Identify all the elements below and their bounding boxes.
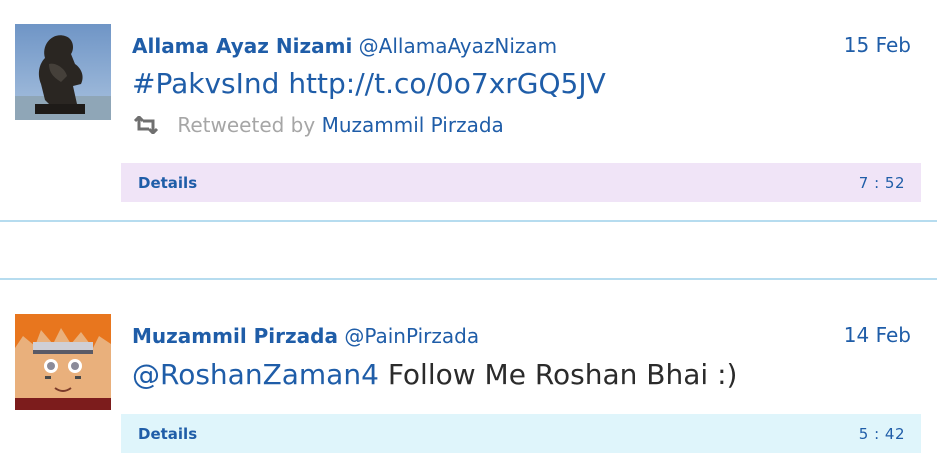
separator	[0, 278, 937, 280]
tweet-text-rest: Follow Me Roshan Bhai :)	[387, 358, 738, 391]
tweet-1: Allama Ayaz Nizami @AllamaAyazNizam 15 F…	[0, 0, 937, 210]
retweet-line: Retweeted by Muzammil Pirzada	[133, 113, 504, 139]
author-handle[interactable]: @PainPirzada	[344, 324, 479, 348]
author-name[interactable]: Muzammil Pirzada	[132, 324, 338, 348]
thinker-statue-image	[15, 24, 111, 120]
tweet-header: Allama Ayaz Nizami @AllamaAyazNizam	[132, 34, 557, 58]
avatar[interactable]	[15, 314, 111, 410]
avatar[interactable]	[15, 24, 111, 120]
author-name[interactable]: Allama Ayaz Nizami	[132, 34, 352, 58]
details-time: 7 : 52	[858, 174, 905, 192]
details-bar[interactable]: Details 5 : 42	[121, 414, 921, 453]
details-time: 5 : 42	[858, 425, 905, 443]
retweeted-by-link[interactable]: Muzammil Pirzada	[322, 113, 504, 137]
tweet-2: Muzammil Pirzada @PainPirzada 14 Feb @Ro…	[0, 290, 937, 463]
tweet-header: Muzammil Pirzada @PainPirzada	[132, 324, 479, 348]
url-link[interactable]: http://t.co/0o7xrGQ5JV	[288, 67, 605, 100]
separator	[0, 220, 937, 222]
hashtag-link[interactable]: #PakvsInd	[132, 67, 279, 100]
tweet-text: #PakvsInd http://t.co/0o7xrGQ5JV	[132, 67, 606, 101]
retweet-icon	[133, 114, 159, 139]
tweet-text: @RoshanZaman4 Follow Me Roshan Bhai :)	[132, 358, 737, 392]
anime-character-image	[15, 314, 111, 410]
details-link[interactable]: Details	[138, 425, 197, 443]
author-handle[interactable]: @AllamaAyazNizam	[359, 34, 557, 58]
details-bar[interactable]: Details 7 : 52	[121, 163, 921, 202]
mention-link[interactable]: @RoshanZaman4	[132, 358, 379, 391]
details-link[interactable]: Details	[138, 174, 197, 192]
retweet-label: Retweeted by	[177, 113, 316, 137]
tweet-date[interactable]: 15 Feb	[844, 33, 911, 57]
tweet-date[interactable]: 14 Feb	[844, 323, 911, 347]
